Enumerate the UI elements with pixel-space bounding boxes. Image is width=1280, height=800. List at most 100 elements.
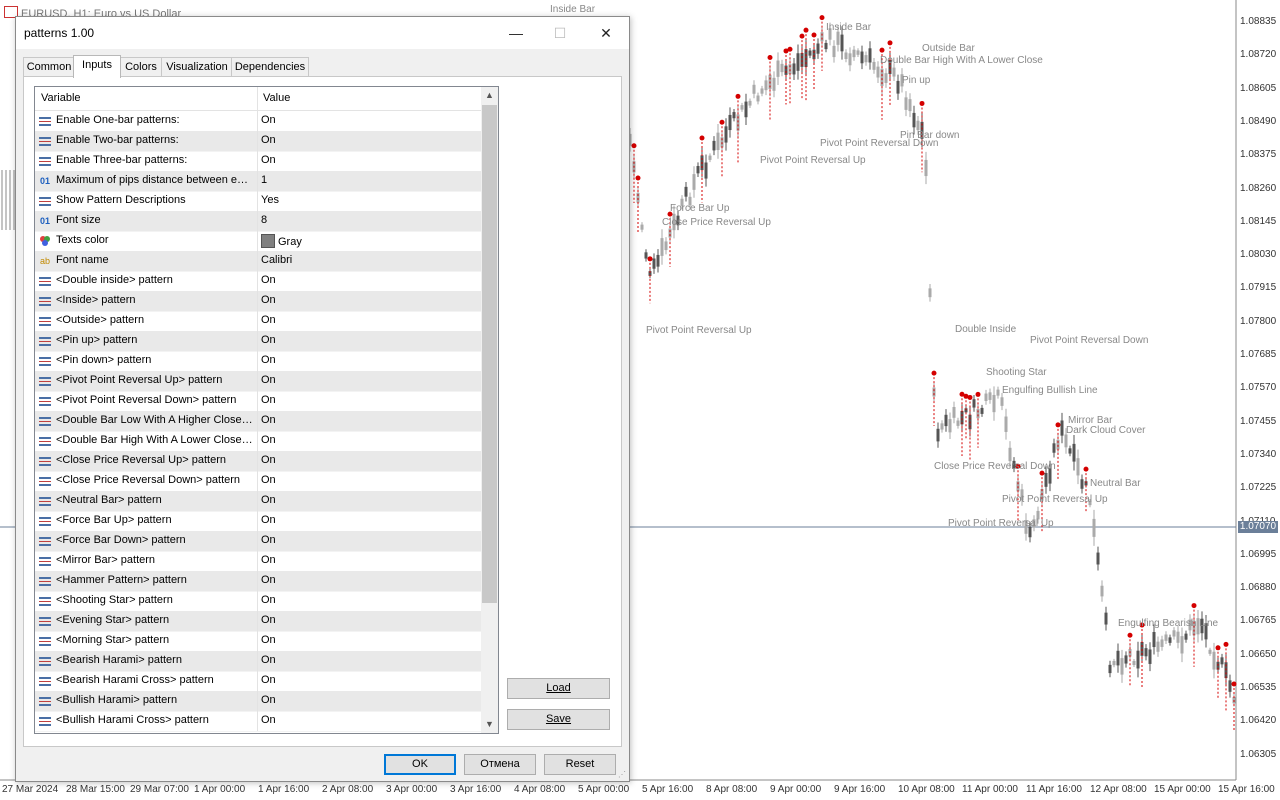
- input-value[interactable]: 1: [261, 174, 267, 186]
- input-row[interactable]: <Pin down> pattern On: [35, 351, 481, 372]
- input-value[interactable]: On: [261, 674, 276, 686]
- input-row[interactable]: <Shooting Star> pattern On: [35, 591, 481, 612]
- input-value[interactable]: On: [261, 594, 276, 606]
- input-value[interactable]: Gray: [261, 234, 302, 248]
- input-value[interactable]: On: [261, 394, 276, 406]
- tab-common[interactable]: Common: [23, 57, 75, 77]
- minimize-button[interactable]: —: [493, 17, 539, 49]
- resize-grip-icon[interactable]: ⋰: [618, 770, 628, 780]
- save-button[interactable]: Save: [507, 709, 610, 730]
- maximize-button[interactable]: ☐: [537, 17, 583, 49]
- input-row[interactable]: <Evening Star> pattern On: [35, 611, 481, 632]
- input-variable-name: <Evening Star> pattern: [56, 614, 170, 626]
- input-value[interactable]: On: [261, 354, 276, 366]
- input-row[interactable]: ab Font name Calibri: [35, 251, 481, 272]
- column-header-value[interactable]: Value: [263, 92, 290, 104]
- input-value[interactable]: On: [261, 154, 276, 166]
- input-row[interactable]: Enable Two-bar patterns: On: [35, 131, 481, 152]
- input-value[interactable]: 8: [261, 214, 267, 226]
- input-row[interactable]: <Double inside> pattern On: [35, 271, 481, 292]
- input-value[interactable]: On: [261, 654, 276, 666]
- cancel-button[interactable]: Отмена: [464, 754, 536, 775]
- input-row[interactable]: <Pivot Point Reversal Down> pattern On: [35, 391, 481, 412]
- input-value[interactable]: On: [261, 334, 276, 346]
- input-row[interactable]: 01 Font size 8: [35, 211, 481, 232]
- tab-visualization[interactable]: Visualization: [161, 57, 233, 77]
- input-row[interactable]: <Inside> pattern On: [35, 291, 481, 312]
- input-value[interactable]: On: [261, 274, 276, 286]
- input-value[interactable]: On: [261, 514, 276, 526]
- input-row[interactable]: <Double Bar High With A Lower Close> pat…: [35, 431, 481, 452]
- input-value[interactable]: On: [261, 554, 276, 566]
- input-row[interactable]: <Close Price Reversal Down> pattern On: [35, 471, 481, 492]
- input-value[interactable]: On: [261, 114, 276, 126]
- pattern-label: Inside Bar: [826, 22, 872, 33]
- input-value[interactable]: On: [261, 294, 276, 306]
- input-row[interactable]: 01 Maximum of pips distance between equal…: [35, 171, 481, 192]
- input-value[interactable]: On: [261, 414, 276, 426]
- input-row[interactable]: <Outside> pattern On: [35, 311, 481, 332]
- input-row[interactable]: <Mirror Bar> pattern On: [35, 551, 481, 572]
- input-row[interactable]: <Neutral Bar> pattern On: [35, 491, 481, 512]
- input-row[interactable]: <Double Bar Low With A Higher Close> pat…: [35, 411, 481, 432]
- candle-body: [936, 428, 940, 442]
- candle-body: [704, 162, 708, 179]
- input-value[interactable]: On: [261, 434, 276, 446]
- input-variable-name: <Double inside> pattern: [56, 274, 173, 286]
- time-tick-label: 9 Apr 00:00: [770, 784, 822, 795]
- input-value[interactable]: Calibri: [261, 254, 292, 266]
- input-value[interactable]: On: [261, 634, 276, 646]
- input-value[interactable]: On: [261, 494, 276, 506]
- enum-param-icon: [39, 557, 51, 566]
- input-row[interactable]: <Bullish Harami> pattern On: [35, 691, 481, 712]
- input-value[interactable]: Yes: [261, 194, 279, 206]
- input-row[interactable]: <Force Bar Up> pattern On: [35, 511, 481, 532]
- input-row[interactable]: <Bearish Harami Cross> pattern On: [35, 671, 481, 692]
- input-variable-name: <Bearish Harami Cross> pattern: [56, 674, 214, 686]
- input-value[interactable]: On: [261, 614, 276, 626]
- input-row[interactable]: <Pin up> pattern On: [35, 331, 481, 352]
- candle-body: [808, 50, 812, 56]
- input-value[interactable]: On: [261, 314, 276, 326]
- input-value[interactable]: On: [261, 134, 276, 146]
- input-row[interactable]: Texts color Gray: [35, 231, 481, 252]
- input-value[interactable]: On: [261, 714, 276, 726]
- input-value[interactable]: On: [261, 574, 276, 586]
- close-button[interactable]: ✕: [583, 17, 629, 49]
- input-value[interactable]: On: [261, 474, 276, 486]
- enum-param-icon: [39, 637, 51, 646]
- candle-body: [1116, 650, 1120, 666]
- enum-param-icon: [39, 317, 51, 326]
- grid-scrollbar[interactable]: ▲ ▼: [481, 87, 498, 733]
- scroll-down-arrow-icon[interactable]: ▼: [481, 716, 498, 733]
- input-value[interactable]: On: [261, 374, 276, 386]
- tab-inputs[interactable]: Inputs: [73, 55, 121, 78]
- ok-button[interactable]: OK: [384, 754, 456, 775]
- input-value[interactable]: On: [261, 454, 276, 466]
- input-value[interactable]: On: [261, 534, 276, 546]
- tab-colors[interactable]: Colors: [119, 57, 163, 77]
- input-row[interactable]: <Morning Star> pattern On: [35, 631, 481, 652]
- tab-dependencies[interactable]: Dependencies: [231, 57, 309, 77]
- dialog-titlebar[interactable]: patterns 1.00 — ☐ ✕: [16, 17, 629, 49]
- pattern-label: Double Inside: [955, 324, 1017, 335]
- input-row[interactable]: <Hammer Pattern> pattern On: [35, 571, 481, 592]
- time-tick-label: 11 Apr 16:00: [1026, 784, 1082, 795]
- column-header-variable[interactable]: Variable: [41, 92, 81, 104]
- scroll-up-arrow-icon[interactable]: ▲: [481, 87, 498, 104]
- input-row[interactable]: <Bearish Harami> pattern On: [35, 651, 481, 672]
- input-value[interactable]: On: [261, 694, 276, 706]
- input-row[interactable]: <Bullish Harami Cross> pattern On: [35, 711, 481, 732]
- reset-button[interactable]: Reset: [544, 754, 616, 775]
- candle-body: [840, 34, 844, 52]
- input-row[interactable]: Show Pattern Descriptions Yes: [35, 191, 481, 212]
- input-row[interactable]: <Pivot Point Reversal Up> pattern On: [35, 371, 481, 392]
- pattern-label: Close Price Reversal Up: [662, 217, 771, 228]
- pattern-marker-dot: [735, 93, 741, 99]
- scroll-thumb[interactable]: [482, 105, 497, 603]
- input-row[interactable]: <Force Bar Down> pattern On: [35, 531, 481, 552]
- input-row[interactable]: Enable Three-bar patterns: On: [35, 151, 481, 172]
- load-button[interactable]: Load: [507, 678, 610, 699]
- input-row[interactable]: Enable One-bar patterns: On: [35, 111, 481, 132]
- input-row[interactable]: <Close Price Reversal Up> pattern On: [35, 451, 481, 472]
